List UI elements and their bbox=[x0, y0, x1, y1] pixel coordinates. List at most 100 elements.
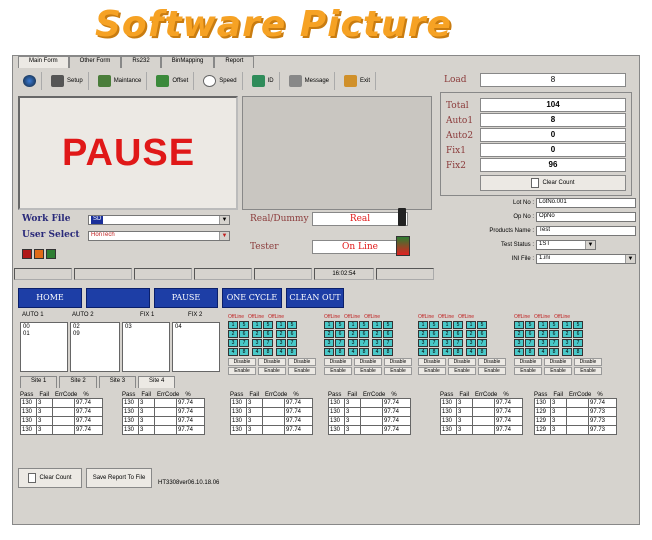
table-cell[interactable]: 97.74 bbox=[588, 398, 617, 408]
site-cell[interactable]: 2 bbox=[466, 330, 476, 338]
table-cell[interactable] bbox=[566, 398, 589, 408]
site-cell[interactable]: 4 bbox=[562, 348, 572, 356]
site-cell[interactable]: 4 bbox=[324, 348, 334, 356]
auto2-list[interactable]: 02 09 bbox=[70, 322, 120, 372]
table-cell[interactable]: 97.74 bbox=[74, 425, 103, 435]
site-cell[interactable]: 5 bbox=[549, 321, 559, 329]
site-cell[interactable]: 1 bbox=[252, 321, 262, 329]
op-no-field[interactable]: OpNo bbox=[536, 212, 636, 222]
site-cell[interactable]: 6 bbox=[429, 330, 439, 338]
site-cell[interactable]: 2 bbox=[514, 330, 524, 338]
enable-button[interactable]: Enable bbox=[574, 367, 602, 375]
table-cell[interactable]: 130 bbox=[230, 416, 247, 426]
site-cell[interactable]: 7 bbox=[287, 339, 297, 347]
site-cell[interactable]: 3 bbox=[418, 339, 428, 347]
site-cell[interactable]: 6 bbox=[263, 330, 273, 338]
site-cell[interactable]: 3 bbox=[442, 339, 452, 347]
enable-button[interactable]: Enable bbox=[384, 367, 412, 375]
site-cell[interactable]: 1 bbox=[562, 321, 572, 329]
table-cell[interactable]: 97.74 bbox=[494, 416, 523, 426]
site-cell[interactable]: 3 bbox=[252, 339, 262, 347]
one-cycle-button[interactable]: ONE CYCLE bbox=[222, 288, 282, 308]
tab-other-form[interactable]: Other Form bbox=[68, 56, 122, 68]
table-cell[interactable] bbox=[52, 425, 75, 435]
disable-button[interactable]: Disable bbox=[418, 358, 446, 366]
switch-icon[interactable] bbox=[398, 208, 406, 226]
table-cell[interactable]: 97.74 bbox=[284, 425, 313, 435]
site-cell[interactable]: 1 bbox=[538, 321, 548, 329]
site-cell[interactable]: 4 bbox=[276, 348, 286, 356]
table-cell[interactable]: 130 bbox=[440, 407, 457, 417]
site-cell[interactable]: 7 bbox=[525, 339, 535, 347]
table-cell[interactable]: 130 bbox=[328, 407, 345, 417]
disable-button[interactable]: Disable bbox=[478, 358, 506, 366]
disable-button[interactable]: Disable bbox=[384, 358, 412, 366]
table-cell[interactable]: 130 bbox=[230, 407, 247, 417]
table-cell[interactable]: 129 bbox=[534, 416, 551, 426]
disable-button[interactable]: Disable bbox=[574, 358, 602, 366]
site-cell[interactable]: 5 bbox=[239, 321, 249, 329]
table-cell[interactable] bbox=[52, 416, 75, 426]
enable-button[interactable]: Enable bbox=[324, 367, 352, 375]
site-cell[interactable]: 3 bbox=[466, 339, 476, 347]
table-cell[interactable]: 97.74 bbox=[382, 398, 411, 408]
site-cell[interactable]: 6 bbox=[453, 330, 463, 338]
table-cell[interactable]: 129 bbox=[534, 425, 551, 435]
site-cell[interactable]: 6 bbox=[287, 330, 297, 338]
table-cell[interactable]: 130 bbox=[328, 416, 345, 426]
disable-button[interactable]: Disable bbox=[448, 358, 476, 366]
table-cell[interactable]: 3 bbox=[246, 416, 263, 426]
table-cell[interactable]: 3 bbox=[550, 416, 567, 426]
clear-count-top-button[interactable]: Clear Count bbox=[480, 175, 626, 191]
tab-binmapping[interactable]: BinMapping bbox=[160, 56, 215, 68]
site-cell[interactable]: 6 bbox=[573, 330, 583, 338]
site-cell[interactable]: 8 bbox=[549, 348, 559, 356]
table-cell[interactable]: 130 bbox=[20, 416, 37, 426]
table-cell[interactable]: 130 bbox=[122, 425, 139, 435]
site-cell[interactable]: 1 bbox=[466, 321, 476, 329]
site-cell[interactable]: 2 bbox=[276, 330, 286, 338]
table-cell[interactable]: 3 bbox=[456, 425, 473, 435]
tab-report[interactable]: Report bbox=[214, 56, 255, 68]
table-cell[interactable]: 3 bbox=[550, 425, 567, 435]
site-cell[interactable]: 3 bbox=[562, 339, 572, 347]
site-cell[interactable]: 5 bbox=[263, 321, 273, 329]
table-cell[interactable]: 97.74 bbox=[284, 398, 313, 408]
tab-rs232[interactable]: Rs232 bbox=[121, 56, 161, 68]
site-cell[interactable]: 8 bbox=[477, 348, 487, 356]
test-status-select[interactable]: 1ST ▼ bbox=[536, 240, 596, 250]
ini-file-select[interactable]: 1.ini ▼ bbox=[536, 254, 636, 264]
enable-button[interactable]: Enable bbox=[478, 367, 506, 375]
site-cell[interactable]: 8 bbox=[239, 348, 249, 356]
site-cell[interactable]: 4 bbox=[514, 348, 524, 356]
site-cell[interactable]: 1 bbox=[514, 321, 524, 329]
disable-button[interactable]: Disable bbox=[544, 358, 572, 366]
table-cell[interactable]: 130 bbox=[20, 398, 37, 408]
tab-site-2[interactable]: Site 2 bbox=[59, 376, 97, 388]
site-cell[interactable]: 8 bbox=[573, 348, 583, 356]
exit-button[interactable]: Exit bbox=[339, 72, 377, 90]
table-cell[interactable]: 3 bbox=[344, 416, 361, 426]
site-cell[interactable]: 7 bbox=[453, 339, 463, 347]
table-cell[interactable]: 130 bbox=[20, 425, 37, 435]
table-cell[interactable] bbox=[154, 398, 177, 408]
site-cell[interactable]: 5 bbox=[477, 321, 487, 329]
table-cell[interactable]: 3 bbox=[138, 425, 155, 435]
table-cell[interactable]: 97.74 bbox=[74, 407, 103, 417]
table-cell[interactable]: 3 bbox=[344, 398, 361, 408]
site-cell[interactable]: 2 bbox=[372, 330, 382, 338]
enable-button[interactable]: Enable bbox=[544, 367, 572, 375]
table-cell[interactable] bbox=[566, 416, 589, 426]
table-cell[interactable] bbox=[360, 416, 383, 426]
site-cell[interactable]: 3 bbox=[372, 339, 382, 347]
setup-button[interactable]: Setup bbox=[46, 72, 89, 90]
site-cell[interactable]: 5 bbox=[335, 321, 345, 329]
table-cell[interactable]: 97.74 bbox=[494, 398, 523, 408]
table-cell[interactable] bbox=[154, 407, 177, 417]
table-cell[interactable]: 130 bbox=[534, 398, 551, 408]
tab-site-4[interactable]: Site 4 bbox=[138, 376, 176, 388]
table-cell[interactable]: 97.74 bbox=[176, 425, 205, 435]
fix2-list[interactable]: 04 bbox=[172, 322, 220, 372]
site-cell[interactable]: 3 bbox=[228, 339, 238, 347]
enable-button[interactable]: Enable bbox=[448, 367, 476, 375]
